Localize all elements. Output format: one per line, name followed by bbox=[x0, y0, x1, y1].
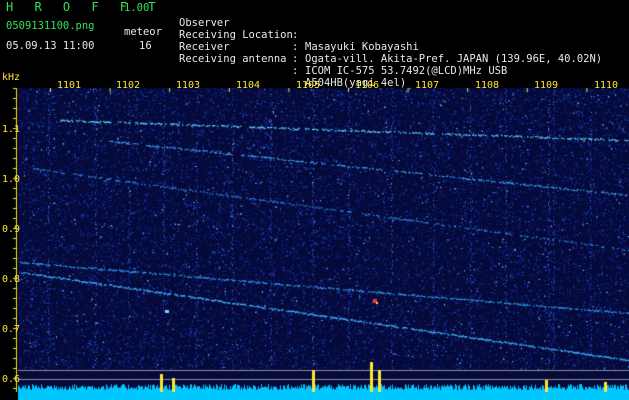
time-tick-label: 1103 bbox=[176, 80, 201, 91]
info-row-location: Receiving Location : Ogata-vill. Akita-P… bbox=[179, 17, 602, 65]
date-time: 05.09.13 11:00 bbox=[6, 40, 95, 52]
app-version: 1.00 bbox=[124, 2, 150, 14]
info-row-antenna: Receiving antenna : A504HB(yagi 4el) bbox=[179, 41, 406, 89]
time-tick-label: 1101 bbox=[57, 80, 82, 91]
info-value: ICOM IC-575 53.7492(@LCD)MHz USB bbox=[305, 65, 508, 77]
time-tick-label: 1105 bbox=[296, 80, 321, 91]
freq-tick-label: 0.6 bbox=[2, 374, 21, 385]
freq-tick-label: 0.8 bbox=[2, 274, 21, 285]
file-name: 0509131100.png bbox=[6, 20, 95, 32]
info-row-observer: Observer : Masayuki Kobayashi bbox=[179, 5, 419, 53]
info-row-receiver: Receiver : ICOM IC-575 53.7492(@LCD)MHz … bbox=[179, 29, 507, 77]
info-colon: : bbox=[292, 65, 299, 77]
time-tick-label: 1107 bbox=[415, 80, 440, 91]
freq-tick-label: 1.1 bbox=[2, 124, 21, 135]
meteor-count: 16 bbox=[139, 40, 152, 52]
freq-unit-label: kHz bbox=[2, 72, 21, 83]
time-tick-label: 1110 bbox=[594, 80, 619, 91]
time-tick-label: 1102 bbox=[116, 80, 141, 91]
time-tick-label: 1108 bbox=[475, 80, 500, 91]
time-tick-label: 1109 bbox=[534, 80, 559, 91]
info-value: Ogata-vill. Akita-Pref. JAPAN (139.96E, … bbox=[305, 53, 603, 65]
info-colon: : bbox=[292, 41, 299, 53]
meteor-label: meteor bbox=[124, 26, 162, 38]
info-colon: : bbox=[292, 53, 299, 65]
info-value: Masayuki Kobayashi bbox=[305, 41, 419, 53]
time-tick-label: 1104 bbox=[236, 80, 261, 91]
info-colon: : bbox=[292, 29, 299, 41]
freq-tick-label: 0.9 bbox=[2, 224, 21, 235]
freq-tick-label: 0.7 bbox=[2, 324, 21, 335]
info-key: Receiving Location bbox=[179, 29, 293, 41]
info-key: Receiving antenna bbox=[179, 53, 287, 65]
freq-tick-label: 1.0 bbox=[2, 174, 21, 185]
time-tick-label: 1106 bbox=[355, 80, 380, 91]
